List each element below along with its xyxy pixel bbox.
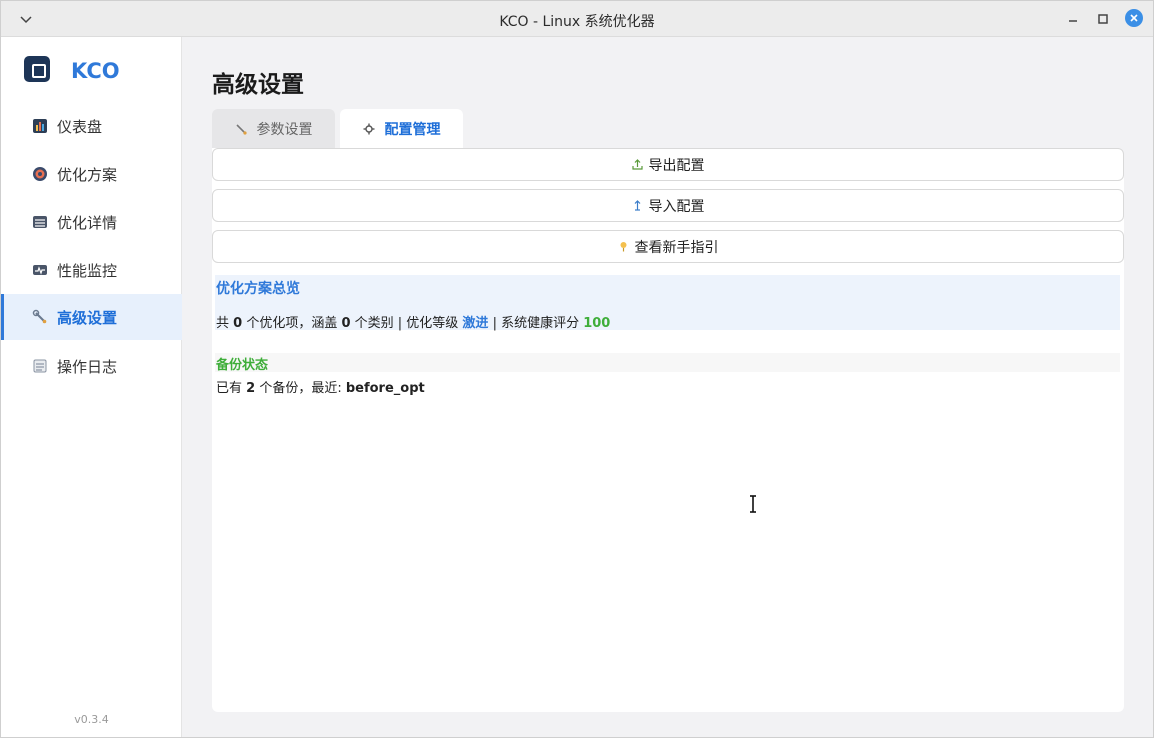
backup-heading: 备份状态 bbox=[216, 358, 269, 373]
sidebar-item-monitor[interactable]: 性能监控 bbox=[1, 247, 182, 293]
upload-icon bbox=[631, 159, 643, 170]
close-icon[interactable] bbox=[1125, 9, 1143, 27]
overview-stats: 共 0 个优化项，涵盖 0 个类别 | 优化等级 激进 | 系统健康评分 100 bbox=[216, 312, 610, 331]
latest-backup: before_opt bbox=[345, 381, 425, 396]
sidebar-item-logs[interactable]: 操作日志 bbox=[1, 343, 182, 389]
page-title: 高级设置 bbox=[212, 72, 304, 98]
sidebar-item-label: 优化方案 bbox=[57, 165, 118, 184]
wrench-icon bbox=[32, 309, 47, 324]
pin-icon bbox=[620, 242, 626, 252]
stats-text: 个优化项，涵盖 bbox=[242, 316, 342, 331]
gear-icon bbox=[363, 123, 374, 134]
tab-config-management[interactable]: 配置管理 bbox=[340, 109, 463, 148]
tab-label: 配置管理 bbox=[384, 121, 441, 138]
export-config-button[interactable]: 导出配置 bbox=[212, 148, 1124, 181]
sidebar-item-dashboard[interactable]: 仪表盘 bbox=[1, 103, 182, 149]
wrench-icon bbox=[235, 123, 247, 135]
tab-parameters[interactable]: 参数设置 bbox=[212, 109, 335, 148]
import-config-button[interactable]: 导入配置 bbox=[212, 189, 1124, 222]
sidebar: KCO 仪表盘 优化方案 优化详情 性能监控 高级设置 操作日志 v0.3.4 bbox=[1, 37, 182, 737]
minimize-icon[interactable] bbox=[1064, 10, 1082, 28]
log-icon bbox=[33, 359, 47, 373]
sidebar-item-advanced-settings[interactable]: 高级设置 bbox=[1, 294, 182, 340]
button-label: 导出配置 bbox=[648, 157, 705, 174]
window-title: KCO - Linux 系统优化器 bbox=[499, 14, 655, 30]
sidebar-item-label: 优化详情 bbox=[57, 213, 118, 232]
plan-overview: 优化方案总览 共 0 个优化项，涵盖 0 个类别 | 优化等级 激进 | 系统健… bbox=[215, 275, 1120, 331]
brand-name: KCO bbox=[71, 59, 120, 83]
stats-text: | 系统健康评分 bbox=[488, 316, 584, 331]
sidebar-item-details[interactable]: 优化详情 bbox=[1, 199, 182, 245]
button-label: 导入配置 bbox=[648, 198, 705, 215]
app-logo bbox=[24, 56, 50, 82]
overview-heading: 优化方案总览 bbox=[216, 281, 300, 297]
sidebar-item-label: 性能监控 bbox=[57, 261, 118, 280]
list-icon bbox=[33, 216, 47, 228]
arrow-up-icon bbox=[634, 200, 640, 211]
config-panel: 导出配置 导入配置 查看新手指引 优化方案总览 共 0 个优化项，涵盖 0 个类… bbox=[212, 148, 1124, 712]
bar-chart-icon bbox=[33, 119, 47, 133]
category-count: 0 bbox=[341, 316, 351, 331]
backup-text: 个备份，最近: bbox=[255, 381, 346, 396]
stats-text: 共 bbox=[216, 316, 234, 331]
view-guide-button[interactable]: 查看新手指引 bbox=[212, 230, 1124, 263]
sidebar-item-label: 高级设置 bbox=[57, 308, 118, 327]
button-label: 查看新手指引 bbox=[634, 239, 719, 256]
health-score: 100 bbox=[583, 316, 611, 331]
app-version: v0.3.4 bbox=[74, 713, 109, 726]
sidebar-item-label: 操作日志 bbox=[57, 357, 118, 376]
title-bar: KCO - Linux 系统优化器 bbox=[1, 1, 1153, 37]
tab-label: 参数设置 bbox=[256, 121, 313, 138]
optimization-level: 激进 bbox=[462, 316, 489, 331]
backup-status: 已有 2 个备份，最近: before_opt bbox=[216, 377, 425, 396]
stats-text: 个类别 | 优化等级 bbox=[350, 316, 463, 331]
backup-header: 备份状态 bbox=[215, 353, 1120, 373]
item-count: 0 bbox=[233, 316, 243, 331]
pulse-icon bbox=[33, 265, 47, 275]
sidebar-item-label: 仪表盘 bbox=[57, 117, 103, 136]
maximize-icon[interactable] bbox=[1094, 10, 1112, 28]
backup-text: 已有 bbox=[216, 381, 247, 396]
target-icon bbox=[33, 167, 47, 181]
text-cursor-icon bbox=[750, 495, 756, 513]
sidebar-item-plans[interactable]: 优化方案 bbox=[1, 151, 182, 197]
app-window: KCO - Linux 系统优化器 KCO 仪表盘 优化方案 优化详情 性能监控… bbox=[0, 0, 1154, 738]
backup-count: 2 bbox=[246, 381, 256, 396]
